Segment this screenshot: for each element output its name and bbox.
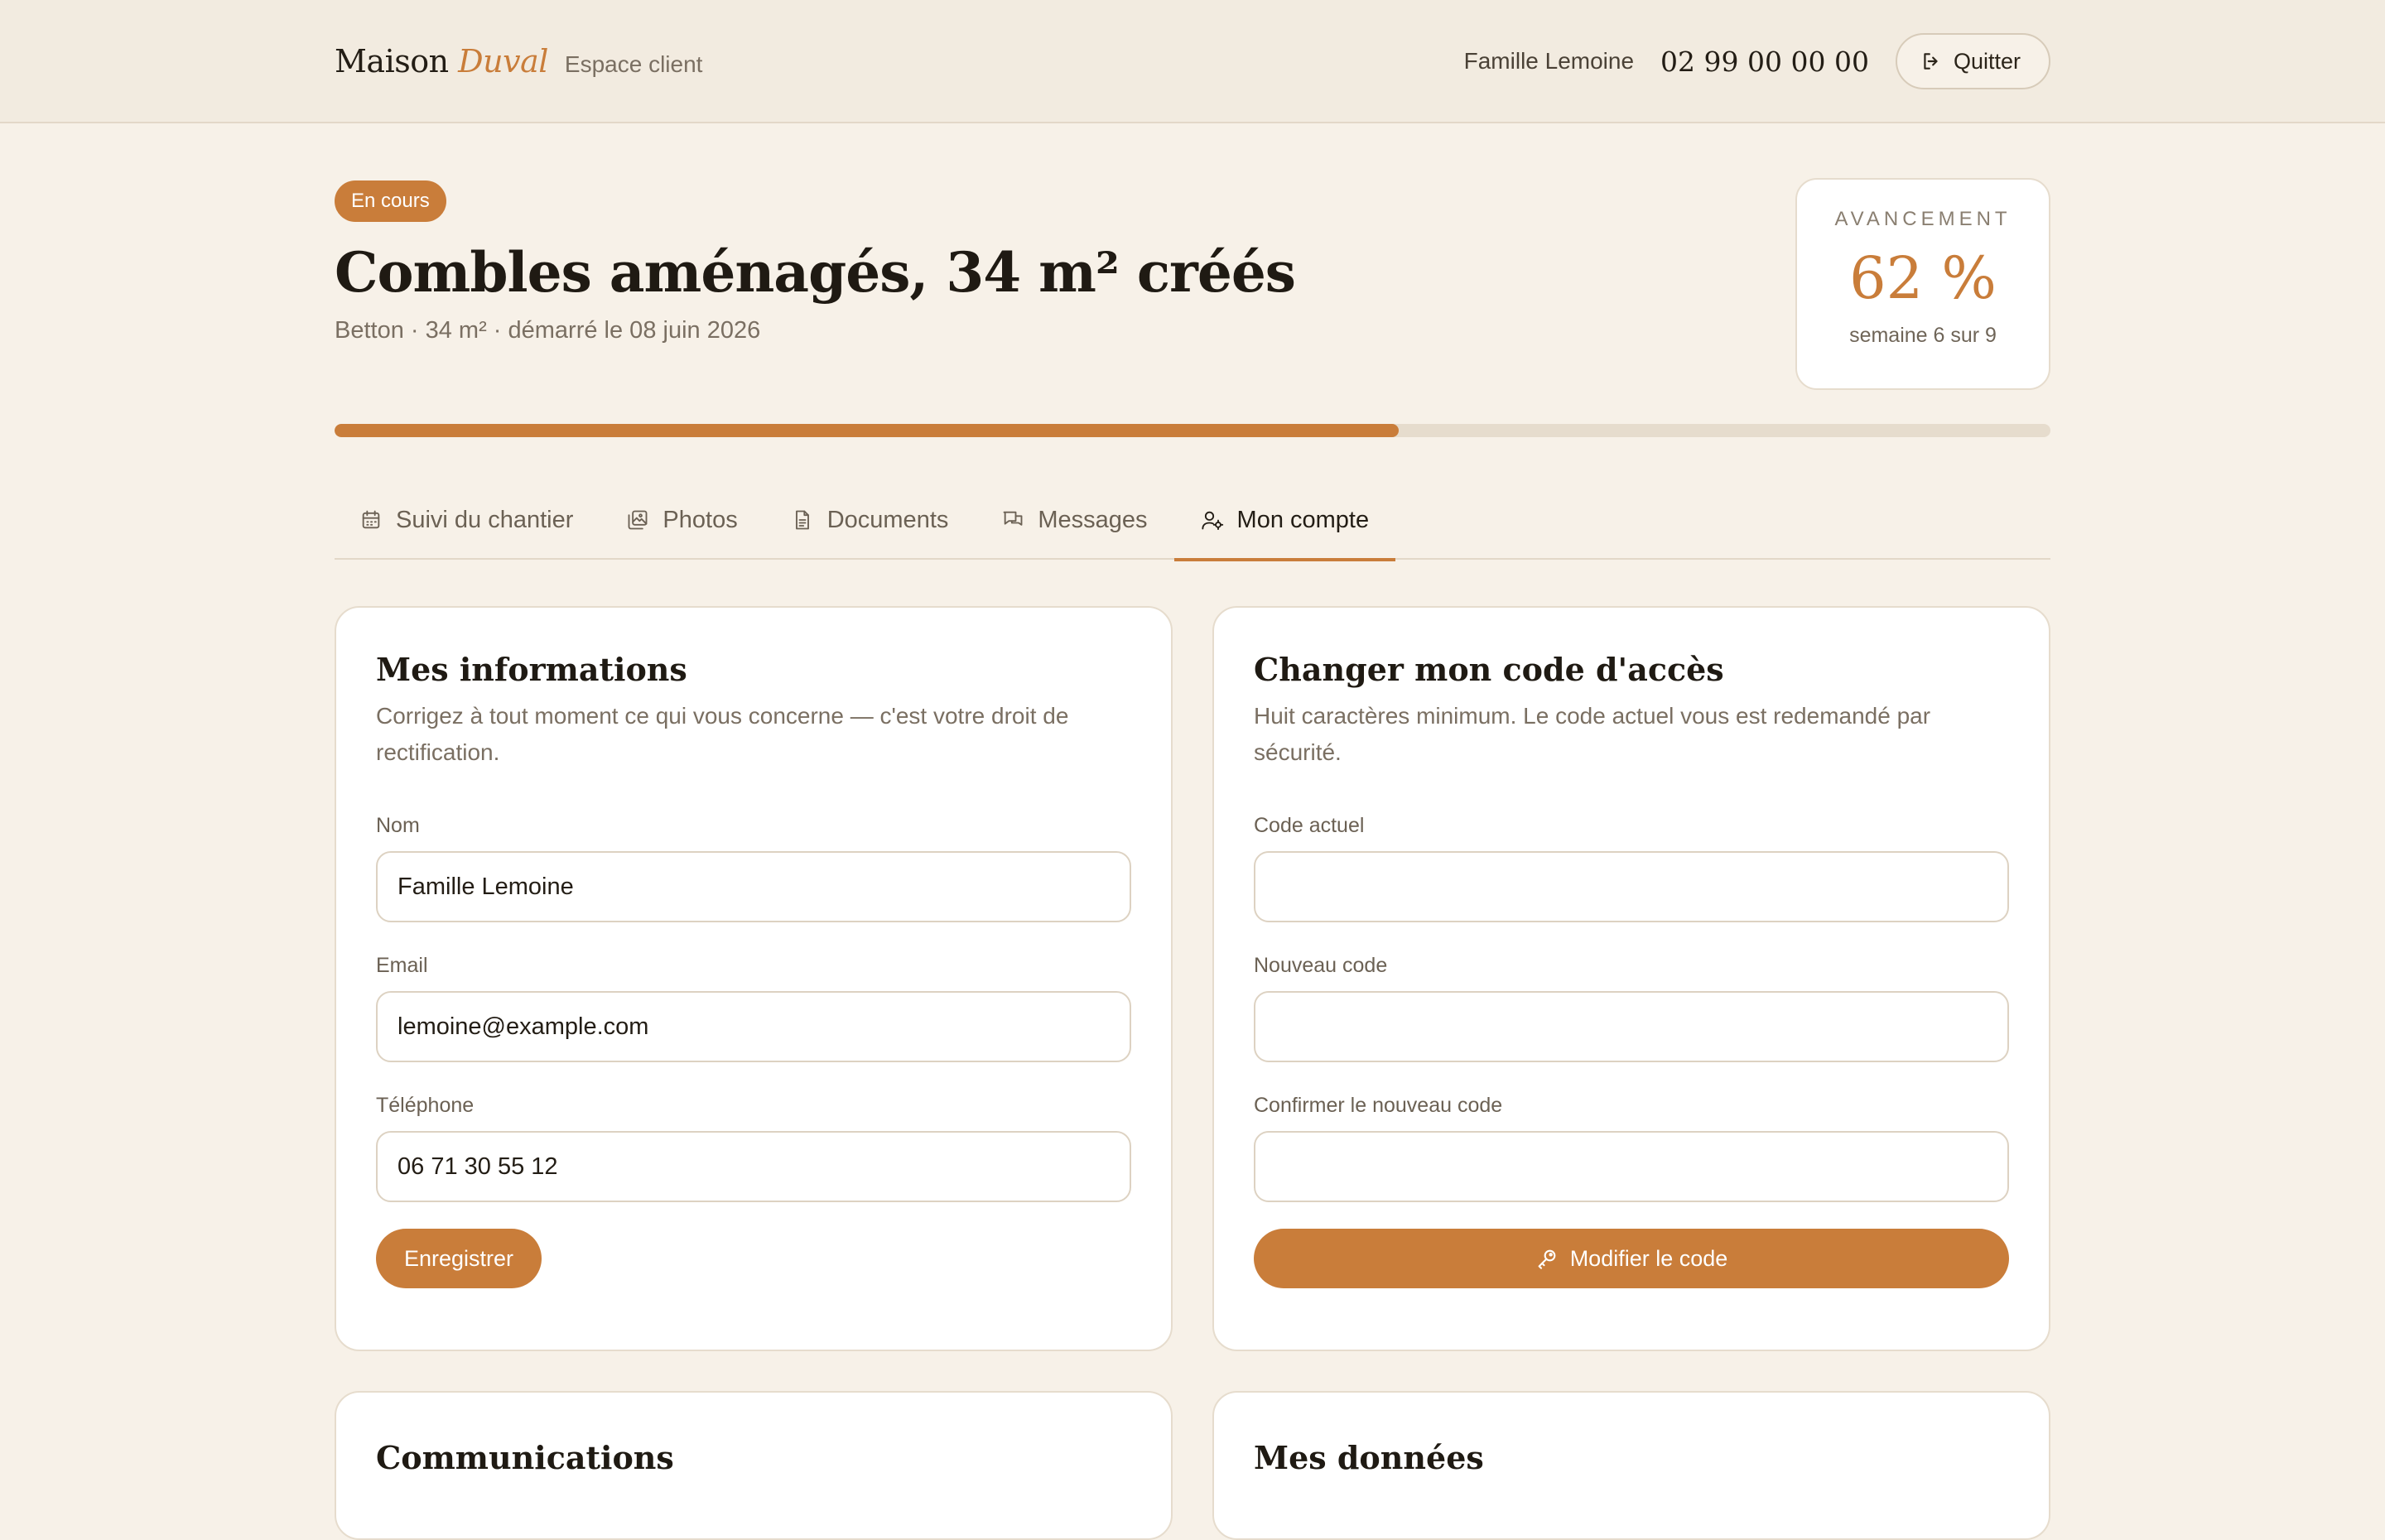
key-icon bbox=[1538, 1249, 1556, 1269]
logout-icon bbox=[1924, 53, 1938, 70]
data-card: Mes données bbox=[1212, 1391, 2050, 1540]
new-code-field[interactable] bbox=[1254, 991, 2009, 1062]
data-card-title: Mes données bbox=[1254, 1439, 1484, 1476]
project-meta: Betton · 34 m² · démarré le 08 juin 2026 bbox=[335, 317, 761, 344]
code-card: Changer mon code d'accès Huit caractères… bbox=[1212, 606, 2050, 1351]
tab-messages[interactable]: Messages bbox=[975, 480, 1173, 560]
messages-icon bbox=[1003, 511, 1023, 526]
progress-week: semaine 6 sur 9 bbox=[1849, 324, 1997, 347]
tab-label: Mon compte bbox=[1236, 506, 1370, 533]
brand-subtitle: Espace client bbox=[564, 51, 703, 77]
code-card-title: Changer mon code d'accès bbox=[1254, 651, 1724, 688]
brand-logo[interactable]: Maison Duval Espace client bbox=[335, 43, 702, 79]
progress-bar bbox=[335, 424, 2050, 437]
tab-documents[interactable]: Documents bbox=[764, 480, 976, 560]
quit-label: Quitter bbox=[1953, 48, 2021, 74]
status-badge: En cours bbox=[335, 180, 446, 222]
new-code-label: Nouveau code bbox=[1254, 954, 1388, 977]
change-code-label: Modifier le code bbox=[1569, 1245, 1728, 1271]
progress-bar-fill bbox=[335, 424, 1399, 437]
header-actions: Famille Lemoine 02 99 00 00 00 Quitter bbox=[1464, 33, 2050, 89]
tab-bar: Suivi du chantier Photos Documents Messa… bbox=[335, 480, 2050, 561]
calendar-icon bbox=[362, 510, 380, 529]
tab-label: Documents bbox=[826, 506, 949, 533]
tab-label: Suivi du chantier bbox=[396, 506, 574, 533]
save-button[interactable]: Enregistrer bbox=[376, 1229, 542, 1288]
user-name: Famille Lemoine bbox=[1463, 48, 1635, 74]
tab-suivi-chantier[interactable]: Suivi du chantier bbox=[335, 480, 600, 560]
code-card-description: Huit caractères minimum. Le code actuel … bbox=[1254, 703, 1931, 765]
tab-photos[interactable]: Photos bbox=[600, 480, 764, 560]
photos-icon bbox=[628, 510, 648, 530]
quit-button[interactable]: Quitter bbox=[1895, 33, 2050, 89]
email-field[interactable] bbox=[376, 991, 1131, 1062]
top-bar: Maison Duval Espace client Famille Lemoi… bbox=[0, 0, 2385, 123]
info-card-description: Corrigez à tout moment ce qui vous conce… bbox=[376, 703, 1069, 765]
info-card: Mes informations Corrigez à tout moment … bbox=[335, 606, 1173, 1351]
tab-mon-compte[interactable]: Mon compte bbox=[1173, 480, 1396, 561]
change-code-button[interactable]: Modifier le code bbox=[1254, 1229, 2009, 1288]
name-label: Nom bbox=[376, 814, 420, 837]
document-icon bbox=[795, 510, 809, 530]
communications-card: Communications bbox=[335, 1391, 1173, 1540]
email-label: Email bbox=[376, 954, 428, 977]
brand-name: Maison Duval bbox=[335, 43, 548, 79]
confirm-code-label: Confirmer le nouveau code bbox=[1254, 1094, 1503, 1117]
progress-value: 62 % bbox=[1849, 244, 1997, 312]
progress-card: AVANCEMENT 62 % semaine 6 sur 9 bbox=[1795, 178, 2050, 390]
communications-card-title: Communications bbox=[376, 1439, 674, 1476]
tab-label: Messages bbox=[1038, 506, 1148, 533]
current-code-label: Code actuel bbox=[1254, 814, 1365, 837]
user-settings-icon bbox=[1201, 511, 1223, 531]
progress-label: AVANCEMENT bbox=[1834, 208, 2012, 230]
name-field[interactable] bbox=[376, 851, 1131, 922]
tab-label: Photos bbox=[662, 506, 738, 533]
page-title: Combles aménagés, 34 m² créés bbox=[335, 240, 1296, 305]
phone-number[interactable]: 02 99 00 00 00 bbox=[1660, 46, 1869, 78]
info-card-title: Mes informations bbox=[376, 651, 687, 688]
phone-field[interactable] bbox=[376, 1131, 1131, 1202]
confirm-code-field[interactable] bbox=[1254, 1131, 2009, 1202]
current-code-field[interactable] bbox=[1254, 851, 2009, 922]
phone-label: Téléphone bbox=[376, 1094, 475, 1117]
